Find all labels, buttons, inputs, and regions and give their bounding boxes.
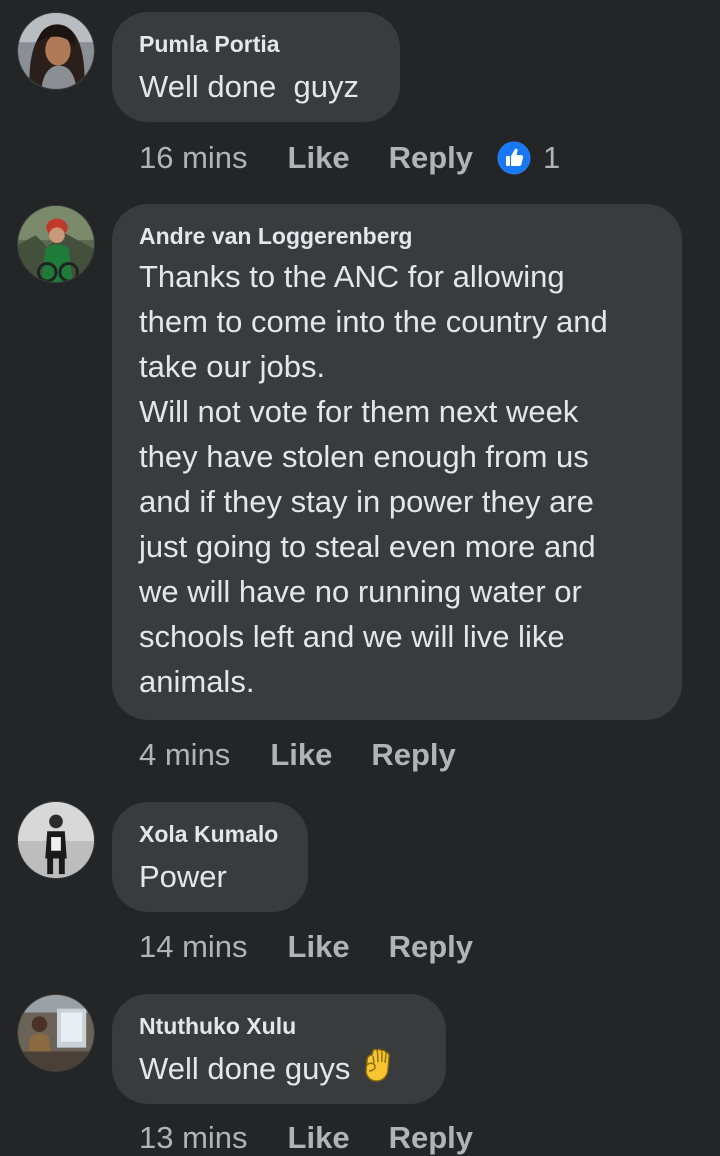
- like-button[interactable]: Like: [270, 737, 332, 773]
- comment-timestamp[interactable]: 14 mins: [139, 929, 248, 965]
- reaction-count: 1: [543, 140, 561, 175]
- avatar-image: [18, 995, 94, 1071]
- comment-bubble: Andre van Loggerenberg Thanks to the ANC…: [112, 204, 682, 720]
- avatar-image: [18, 206, 94, 282]
- comment-author[interactable]: Ntuthuko Xulu: [139, 1011, 420, 1041]
- comment-timestamp[interactable]: 16 mins: [139, 140, 248, 176]
- reply-button[interactable]: Reply: [389, 929, 473, 965]
- reply-button[interactable]: Reply: [389, 1120, 473, 1156]
- reaction-summary[interactable]: 1: [497, 140, 560, 176]
- comment-author[interactable]: Pumla Portia: [139, 29, 374, 59]
- avatar-image: [18, 802, 94, 878]
- comment-timestamp[interactable]: 4 mins: [139, 737, 230, 773]
- reply-button[interactable]: Reply: [389, 140, 473, 176]
- comment-text: Thanks to the ANC for allowing them to c…: [139, 259, 608, 699]
- like-button[interactable]: Like: [288, 140, 350, 176]
- avatar[interactable]: [17, 205, 95, 283]
- thumbs-up-icon: [497, 141, 531, 175]
- comment-text: Power: [139, 859, 227, 894]
- avatar[interactable]: [17, 801, 95, 879]
- comment-text: Well done guys: [139, 1046, 420, 1091]
- like-button[interactable]: Like: [288, 929, 350, 965]
- comments-thread: Pumla Portia Well done guyz 16 mins Like…: [0, 0, 720, 1156]
- like-button[interactable]: Like: [288, 1120, 350, 1156]
- reply-button[interactable]: Reply: [371, 737, 455, 773]
- raised-fist-icon: [365, 1048, 391, 1082]
- comment-text: Well done guyz: [139, 69, 359, 104]
- comment-bubble: Ntuthuko Xulu Well done guys: [112, 994, 446, 1104]
- comment-author[interactable]: Xola Kumalo: [139, 819, 282, 849]
- avatar[interactable]: [17, 994, 95, 1072]
- comment-actions: 14 mins Like Reply: [139, 927, 473, 967]
- comment-text-content: Well done guys: [139, 1051, 351, 1086]
- comment-actions: 4 mins Like Reply: [139, 735, 456, 775]
- comment-actions: 13 mins Like Reply: [139, 1118, 473, 1156]
- comment-timestamp[interactable]: 13 mins: [139, 1120, 248, 1156]
- comment-actions: 16 mins Like Reply 1: [139, 138, 560, 178]
- avatar[interactable]: [17, 12, 95, 90]
- avatar-image: [18, 13, 94, 89]
- comment-author[interactable]: Andre van Loggerenberg: [139, 221, 656, 251]
- comment-bubble: Xola Kumalo Power: [112, 802, 308, 912]
- comment-bubble: Pumla Portia Well done guyz: [112, 12, 400, 122]
